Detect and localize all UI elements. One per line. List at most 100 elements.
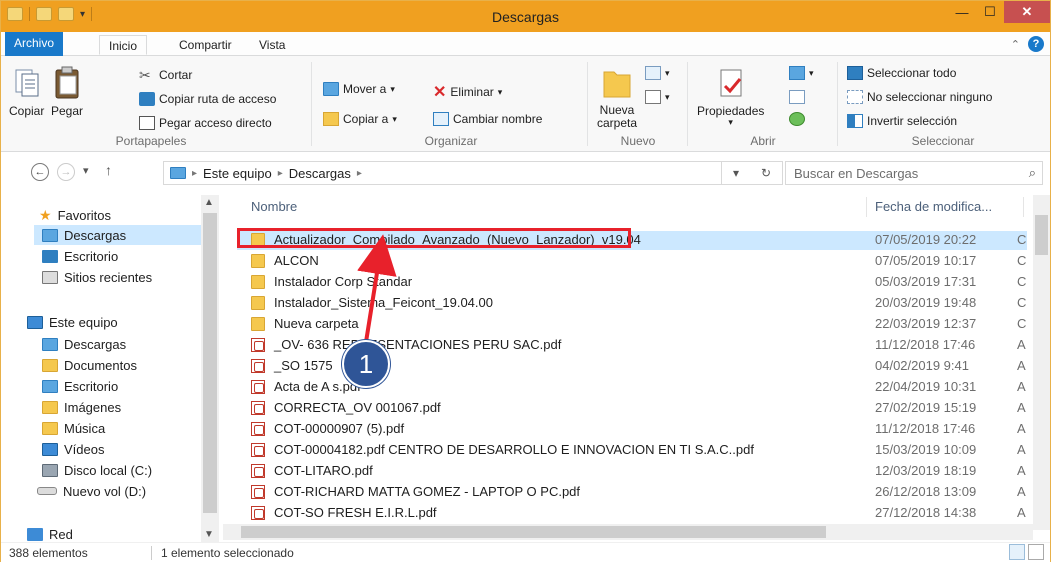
paste-button[interactable]: Pegar: [51, 64, 83, 118]
file-type-truncated: A: [1017, 442, 1026, 457]
nav-pc-downloads-label: Descargas: [64, 336, 127, 352]
up-button[interactable]: ↑: [105, 162, 112, 178]
window-controls: — ☐ ✕: [948, 1, 1050, 23]
recent-locations-dropdown[interactable]: ▾: [83, 164, 89, 177]
open-button[interactable]: ▾: [789, 66, 814, 80]
group-new: Nueva carpeta ▾ ▾ Nuevo: [593, 60, 683, 150]
tab-share[interactable]: Compartir: [179, 35, 232, 55]
cut-label: Cortar: [159, 68, 193, 82]
music-icon: [42, 421, 58, 435]
collapse-ribbon-icon[interactable]: ⌃: [1011, 38, 1020, 51]
address-dropdown-icon[interactable]: ▾: [733, 166, 739, 180]
pdf-icon: [251, 443, 265, 457]
address-bar[interactable]: ▸ Este equipo ▸ Descargas ▸: [163, 161, 775, 185]
delete-button[interactable]: ✕ Eliminar ▾: [433, 82, 502, 102]
move-to-button[interactable]: Mover a ▾: [323, 82, 395, 96]
nav-pc-desktop[interactable]: Escritorio: [42, 376, 118, 396]
select-none-button[interactable]: No seleccionar ninguno: [847, 90, 992, 104]
file-type-truncated: A: [1017, 484, 1026, 499]
nav-pc-music[interactable]: Música: [42, 418, 105, 438]
invert-selection-button[interactable]: Invertir selección: [847, 114, 957, 128]
nav-pc-disk-c-label: Disco local (C:): [64, 462, 153, 478]
file-row[interactable]: CORRECTA_OV 001067.pdf 27/02/2019 15:19 A: [237, 399, 1027, 418]
nav-scrollbar[interactable]: ▲ ▼: [201, 195, 219, 542]
nav-this-pc[interactable]: Este equipo: [27, 312, 118, 332]
edit-icon: [789, 90, 805, 104]
breadcrumb-this-pc[interactable]: Este equipo: [203, 166, 272, 181]
forward-button[interactable]: →: [57, 163, 75, 181]
select-all-button[interactable]: Seleccionar todo: [847, 66, 956, 80]
nav-pc-disk-d[interactable]: Nuevo vol (D:): [37, 481, 146, 501]
scrollbar-thumb[interactable]: [203, 213, 217, 513]
easy-access-button[interactable]: ▾: [645, 90, 670, 104]
copy-path-button[interactable]: Copiar ruta de acceso: [139, 92, 276, 106]
nav-fav-downloads[interactable]: Descargas: [34, 225, 201, 245]
file-row[interactable]: COT-00000907 (5).pdf 11/12/2018 17:46 A: [237, 420, 1027, 439]
edit-button[interactable]: [789, 90, 805, 104]
file-list-hscrollbar[interactable]: [223, 524, 1033, 540]
search-icon[interactable]: ⌕: [1029, 165, 1036, 181]
file-row[interactable]: Nueva carpeta 22/03/2019 12:37 C: [237, 315, 1027, 334]
file-row[interactable]: COT-00004182.pdf CENTRO DE DESARROLLO E …: [237, 441, 1027, 460]
nav-pc-pictures[interactable]: Imágenes: [42, 397, 121, 417]
column-header-name[interactable]: Nombre: [251, 199, 297, 214]
cut-button[interactable]: ✂ Cortar: [139, 68, 192, 82]
file-row[interactable]: ALCON 07/05/2019 10:17 C: [237, 252, 1027, 271]
tab-view[interactable]: Vista: [259, 35, 285, 55]
file-list-vscrollbar[interactable]: [1033, 195, 1050, 530]
scrollbar-thumb[interactable]: [1035, 215, 1048, 255]
clipboard-icon: [55, 66, 79, 99]
nav-pc-disk-c[interactable]: Disco local (C:): [42, 460, 152, 480]
minimize-button[interactable]: —: [948, 1, 976, 23]
back-button[interactable]: ←: [31, 163, 49, 181]
file-row[interactable]: COT-SO FRESH E.I.R.L.pdf 27/12/2018 14:38…: [237, 504, 1027, 523]
rename-button[interactable]: Cambiar nombre: [433, 112, 542, 126]
copy-button[interactable]: Copiar: [9, 64, 44, 118]
nav-pc-videos[interactable]: Vídeos: [42, 439, 104, 459]
file-type-truncated: C: [1017, 253, 1027, 268]
nav-favorites-label: Favoritos: [57, 207, 112, 223]
file-row[interactable]: Instalador_Sistema_Feicont_19.04.00 20/03…: [237, 294, 1027, 313]
documents-icon: [42, 358, 58, 372]
nav-fav-desktop[interactable]: Escritorio: [42, 246, 118, 266]
chevron-right-icon: ▸: [192, 167, 198, 179]
item-count: 388 elementos: [9, 546, 88, 560]
tab-home[interactable]: Inicio: [99, 35, 148, 55]
large-icons-view-button[interactable]: [1028, 544, 1044, 560]
new-item-button[interactable]: ▾: [645, 66, 670, 80]
group-open: Propiedades ▾ ▾ Abrir: [693, 60, 833, 150]
nav-fav-downloads-label: Descargas: [64, 227, 127, 243]
help-icon[interactable]: ?: [1028, 36, 1044, 52]
scrollbar-thumb[interactable]: [241, 526, 826, 538]
search-placeholder: Buscar en Descargas: [794, 165, 919, 181]
details-view-button[interactable]: [1009, 544, 1025, 560]
chevron-down-icon: ▾: [728, 117, 733, 127]
search-input[interactable]: Buscar en Descargas ⌕: [785, 161, 1043, 185]
scroll-up-icon[interactable]: ▲: [204, 197, 214, 208]
tab-file[interactable]: Archivo: [5, 32, 63, 56]
copy-icon: [15, 69, 39, 97]
chevron-down-icon: ▾: [665, 91, 670, 102]
history-button[interactable]: [789, 112, 805, 126]
maximize-button[interactable]: ☐: [976, 1, 1004, 23]
nav-network[interactable]: Red: [27, 527, 73, 541]
nav-pc-documents[interactable]: Documentos: [42, 355, 137, 375]
column-header-date[interactable]: Fecha de modifica...: [875, 199, 992, 214]
nav-favorites[interactable]: ★ Favoritos: [39, 205, 111, 225]
scroll-down-icon[interactable]: ▼: [204, 529, 214, 540]
file-name: COT-RICHARD MATTA GOMEZ - LAPTOP O PC.pd…: [274, 484, 581, 499]
nav-fav-recent[interactable]: Sitios recientes: [42, 267, 152, 287]
file-row[interactable]: Instalador Corp Standar 05/03/2019 17:31 C: [237, 273, 1027, 292]
paste-shortcut-button[interactable]: Pegar acceso directo: [139, 116, 272, 130]
close-button[interactable]: ✕: [1004, 1, 1050, 23]
nav-pc-downloads[interactable]: Descargas: [42, 334, 126, 354]
properties-button[interactable]: Propiedades ▾: [697, 64, 764, 127]
nav-fav-desktop-label: Escritorio: [64, 248, 119, 264]
file-row[interactable]: COT-LITARO.pdf 12/03/2019 18:19 A: [237, 462, 1027, 481]
file-row[interactable]: COT-RICHARD MATTA GOMEZ - LAPTOP O PC.pd…: [237, 483, 1027, 502]
copy-to-button[interactable]: Copiar a ▾: [323, 112, 397, 126]
refresh-icon[interactable]: ↻: [761, 166, 771, 180]
folder-icon: [251, 254, 265, 268]
breadcrumb-downloads[interactable]: Descargas: [289, 166, 351, 181]
new-folder-button[interactable]: Nueva carpeta: [597, 64, 637, 130]
